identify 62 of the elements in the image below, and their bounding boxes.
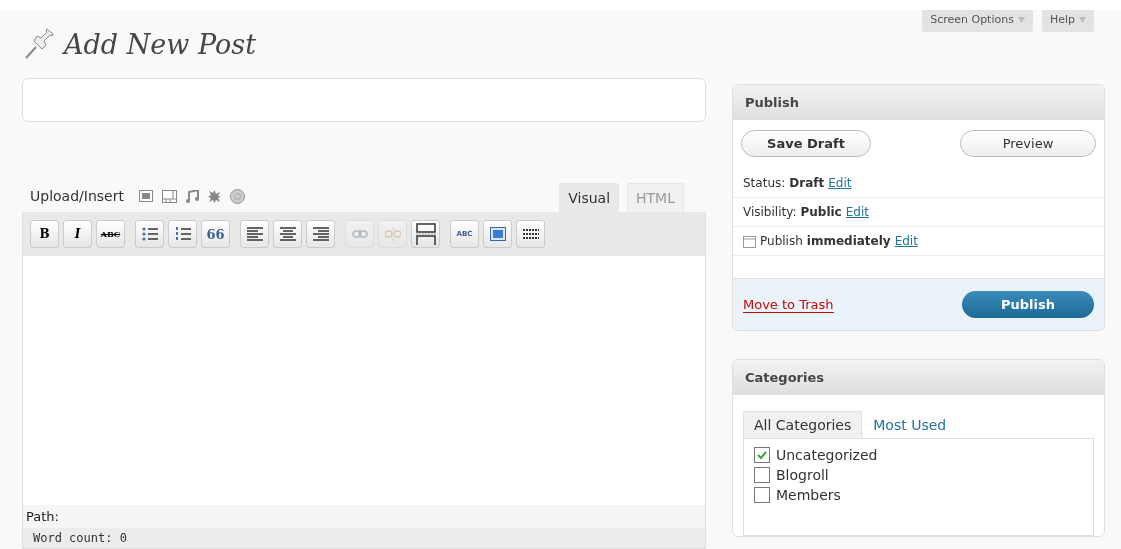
keyboard-icon [521,227,540,241]
meta-label: Visibility: [743,205,797,219]
header-dropdown-button[interactable]: Help [1041,10,1094,32]
align-center-icon [279,227,296,241]
editor-tab[interactable]: Visual [559,183,620,212]
chain-link-icon [351,229,368,239]
pushpin-icon [22,27,56,61]
strike-button[interactable]: ABC [96,220,125,248]
film-icon[interactable] [161,189,177,203]
checkbox[interactable] [754,487,770,503]
align-right-icon [312,227,329,241]
image-icon[interactable] [138,190,153,202]
meta-label: Publish [760,234,803,248]
fullscreen-button[interactable] [483,220,512,248]
align-left-button[interactable] [240,220,269,248]
category-tab[interactable]: All Categories [743,411,863,438]
fullscreen-icon [489,227,506,241]
music-icon[interactable] [185,189,199,203]
meta-label: Status: [743,176,786,190]
circle-icon[interactable] [229,188,245,204]
calendar-icon [743,234,756,248]
quote-button[interactable]: 66 [201,220,230,248]
numbered-list-icon [174,227,191,241]
page-title: Add New Post [64,28,256,60]
broken-link-icon [384,227,401,241]
meta-value: immediately [806,234,891,248]
move-to-trash-link[interactable]: Move to Trash [743,296,834,313]
edit-link[interactable]: Edit [894,234,918,248]
meta-value: Public [800,205,842,219]
meta-value: Draft [789,176,825,190]
caret-icon [1079,16,1086,23]
publish-button[interactable]: Publish [962,291,1094,318]
panel-title: Categories [733,360,1104,395]
panel-title: Publish [733,85,1104,120]
more-button[interactable] [411,220,440,248]
edit-link[interactable]: Edit [845,205,869,219]
word-count: Word count: 0 [23,528,705,548]
caret-icon [1017,16,1025,23]
category-label: Members [776,487,841,503]
preview-button[interactable]: Preview [960,130,1096,157]
category-label: Blogroll [776,467,829,483]
checkbox[interactable] [754,467,770,483]
path-label: Path: [23,505,705,528]
numbers-button[interactable] [168,220,197,248]
title-input-field[interactable] [22,78,706,122]
category-tab[interactable]: Most Used [862,411,958,438]
page-break-icon [415,223,436,245]
edit-link[interactable]: Edit [828,176,852,190]
save-draft-button[interactable]: Save Draft [741,130,871,157]
checkbox[interactable] [754,447,770,463]
header-dropdown-button[interactable]: Screen Options [922,10,1033,32]
align-left-icon [246,227,263,241]
upload-insert-label: Upload/Insert [30,188,124,204]
kitchen-button[interactable] [516,220,545,248]
category-label: Uncategorized [776,447,878,463]
bullet-list-icon [141,227,158,241]
starburst-icon[interactable] [207,189,221,203]
bold-button[interactable]: B [30,220,59,248]
italic-button[interactable]: I [63,220,92,248]
align-center-button[interactable] [273,220,302,248]
align-right-button[interactable] [306,220,335,248]
bullets-button[interactable] [135,220,164,248]
